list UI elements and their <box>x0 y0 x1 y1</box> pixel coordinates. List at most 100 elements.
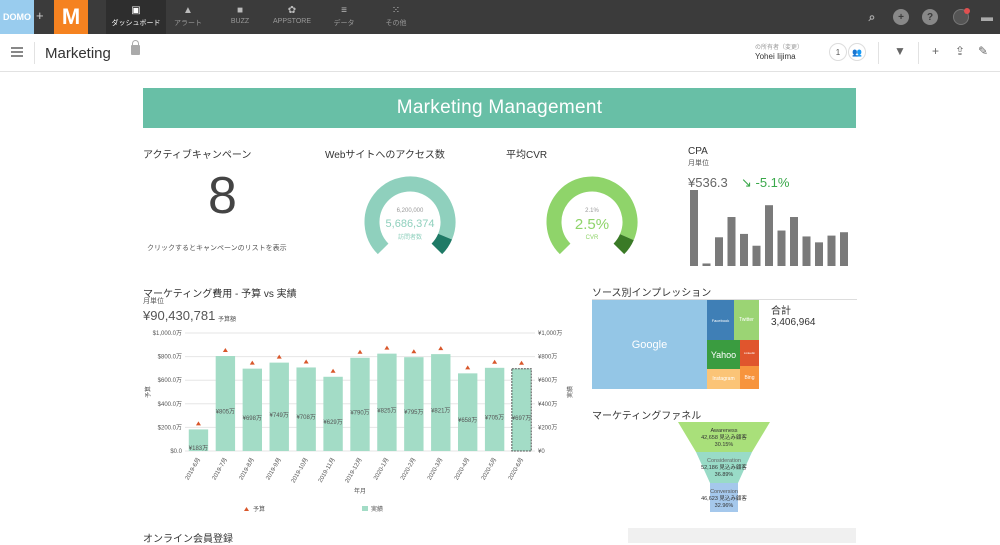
nav-dashboard[interactable]: ▣ ダッシュボード <box>106 0 166 34</box>
bar-value-label: ¥708万 <box>296 414 315 421</box>
share-count[interactable]: 1 <box>829 43 847 61</box>
owner-label[interactable]: の所有者（変更） <box>755 42 803 51</box>
budget-total-label: 予算額 <box>218 317 237 323</box>
budget-marker <box>303 359 309 364</box>
cpa-sparkbar-chart[interactable] <box>688 190 848 268</box>
actual-bar[interactable] <box>296 367 316 451</box>
cpa-bar[interactable] <box>815 242 823 266</box>
actual-bar[interactable] <box>511 368 532 452</box>
help-icon[interactable]: ? <box>922 9 938 25</box>
actual-bar[interactable] <box>242 368 262 451</box>
plus-separator: + <box>36 8 44 23</box>
actual-bar[interactable] <box>323 376 343 451</box>
treemap-google[interactable]: Google <box>592 300 707 389</box>
x-tick-label: 2019-10月 <box>290 457 310 485</box>
lock-icon[interactable] <box>131 40 140 55</box>
treemap-bing[interactable]: Bing <box>740 366 759 389</box>
budget-marker <box>357 349 363 354</box>
app-logo[interactable]: M <box>54 0 88 34</box>
cpa-bar[interactable] <box>690 190 698 266</box>
avatar[interactable] <box>953 8 970 25</box>
nav-label: APPSTORE <box>273 18 311 25</box>
cpa-bar[interactable] <box>765 205 773 266</box>
plus-icon[interactable]: + <box>893 9 909 25</box>
treemap-yahoo[interactable]: Yahoo <box>707 340 740 369</box>
budget-subtitle: 月単位 <box>143 298 164 305</box>
budget-marker <box>330 368 336 373</box>
web-access-gauge[interactable]: 6,200,000 5,686,374 訪問者数 <box>355 172 465 262</box>
divider <box>34 42 35 64</box>
cpa-bar[interactable] <box>715 237 723 266</box>
funnel-stage-count: 46,623 見込み顧客 <box>701 494 747 502</box>
budget-total: ¥90,430,781 <box>143 308 216 323</box>
budget-marker <box>195 421 201 426</box>
cpa-bar[interactable] <box>752 245 761 266</box>
cpa-bar[interactable] <box>727 217 736 266</box>
actual-bar[interactable] <box>215 356 236 451</box>
cpa-bar[interactable] <box>740 233 748 266</box>
cpa-bar[interactable] <box>790 217 798 266</box>
add-icon[interactable]: + <box>932 44 939 58</box>
gauge-value-arc <box>613 233 634 255</box>
cpa-bar[interactable] <box>802 236 811 266</box>
card-placeholder <box>628 528 856 543</box>
nav-more[interactable]: ⁙ その他 <box>366 0 426 34</box>
nav-label: その他 <box>385 20 407 27</box>
x-axis-label: 年月 <box>354 487 366 495</box>
menu-icon[interactable] <box>11 47 23 57</box>
x-tick-label: 2019-6月 <box>184 457 202 482</box>
legend-actual-icon <box>362 506 368 511</box>
nav-label: BUZZ <box>230 18 250 25</box>
x-tick-label: 2019-12月 <box>344 457 364 485</box>
cpa-bar[interactable] <box>827 235 836 266</box>
domo-logo[interactable]: DOMO <box>0 0 34 34</box>
actual-bar[interactable] <box>404 357 424 451</box>
cpa-bar[interactable] <box>702 263 711 266</box>
actual-bar[interactable] <box>458 373 478 451</box>
nav-label: ダッシュボード <box>111 20 161 27</box>
bar-value-label: ¥698万 <box>243 415 262 422</box>
funnel-stage-name: Consideration <box>707 458 741 464</box>
nav-appstore[interactable]: ✿ APPSTORE <box>262 0 322 34</box>
bar-value-label: ¥705万 <box>485 414 504 421</box>
search-icon[interactable]: ⌕ <box>864 9 880 25</box>
nav-data[interactable]: ≡ データ <box>314 0 374 34</box>
actual-bar[interactable] <box>484 367 505 451</box>
active-campaigns-value[interactable]: 8 <box>208 166 237 226</box>
budget-marker <box>519 360 525 365</box>
share-icon[interactable]: ⇪ <box>955 44 965 58</box>
bar-value-label: ¥658万 <box>458 417 477 424</box>
funnel-stage-count: 52,186 見込み顧客 <box>701 463 747 471</box>
filter-icon[interactable]: ▼ <box>894 44 906 58</box>
y2-tick-label: ¥800万 <box>538 354 557 361</box>
budget-vs-actual-chart[interactable]: $0.0 ¥0 $200.0万 ¥200万 $400.0万 ¥400万 $600.0万 ¥60… <box>140 328 580 518</box>
cvr-gauge[interactable]: 2.1% 2.5% CVR <box>537 172 647 262</box>
treemap-twitter[interactable]: Twitter <box>734 300 759 340</box>
people-icon[interactable]: 👥 <box>848 43 866 61</box>
treemap-facebook[interactable]: Facebook <box>707 300 734 340</box>
cpa-bar[interactable] <box>777 230 786 266</box>
nav-buzz[interactable]: ■ BUZZ <box>210 0 270 34</box>
x-tick-label: 2019-9月 <box>265 457 283 482</box>
treemap-instagram[interactable]: Instagram <box>707 369 740 389</box>
chat-icon[interactable]: ▬ <box>979 9 995 25</box>
nav-alerts[interactable]: ▲ アラート <box>158 0 218 34</box>
legend-actual-label: 実績 <box>371 505 383 513</box>
gauge-value-arc <box>431 233 453 255</box>
wrench-icon[interactable]: ✎ <box>978 44 988 58</box>
actual-bar[interactable] <box>431 354 451 451</box>
actual-bar[interactable] <box>269 362 289 451</box>
treemap-linkedin[interactable]: Linkedin <box>740 340 759 366</box>
bar-value-label: ¥183万 <box>189 445 208 452</box>
impressions-title: ソース別インプレッション <box>592 288 712 299</box>
cpa-bar[interactable] <box>840 232 848 266</box>
x-tick-label: 2020-3月 <box>426 457 444 482</box>
notification-badge <box>964 8 970 14</box>
budget-marker <box>465 365 471 370</box>
cpa-subtitle: 月単位 <box>688 160 709 167</box>
y2-axis-label: 実績 <box>566 386 574 398</box>
actual-bar[interactable] <box>377 353 397 451</box>
actual-bar[interactable] <box>350 357 370 451</box>
owner-name: Yohei Iijima <box>755 52 796 61</box>
marketing-funnel-chart[interactable]: Awareness 42,658 見込み顧客 30.15% Considerat… <box>678 422 770 514</box>
